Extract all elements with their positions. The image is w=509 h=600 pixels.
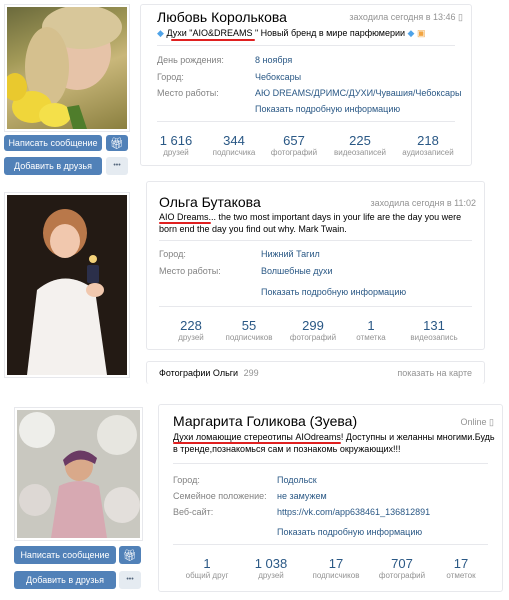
phone-icon: ▯ bbox=[458, 12, 463, 22]
counter-friends[interactable]: 228 друзей bbox=[161, 318, 221, 343]
profile-1-send-message-button[interactable]: Написать сообщение bbox=[4, 135, 102, 151]
counter-audios[interactable]: 218 аудиозаписей bbox=[395, 133, 461, 158]
info-label: Город: bbox=[159, 249, 186, 259]
counter-followers[interactable]: 344 подписчика bbox=[205, 133, 263, 158]
profile-1-avatar-photo[interactable] bbox=[7, 7, 127, 129]
counter-tags[interactable]: 17 отметок bbox=[433, 556, 489, 581]
divider bbox=[157, 45, 455, 46]
profile-2-avatar-image bbox=[7, 195, 127, 375]
info-value-birthday[interactable]: 8 ноября bbox=[255, 55, 292, 65]
profile-2-photos-bar: Фотографии Ольги 299 показать на карте bbox=[146, 361, 485, 384]
profile-1-more-button[interactable]: ••• bbox=[106, 157, 128, 175]
profile-3-avatar-photo[interactable] bbox=[17, 410, 140, 538]
divider bbox=[159, 240, 472, 241]
profile-3-avatar-frame bbox=[14, 407, 143, 541]
info-value-city[interactable]: Чебоксары bbox=[255, 72, 301, 82]
profile-3-more-button[interactable]: ••• bbox=[119, 571, 141, 589]
profile-3-send-message-button[interactable]: Написать сообщение bbox=[14, 546, 116, 564]
profile-3-gift-button[interactable]: 🎁︎ bbox=[119, 546, 141, 564]
counter-mutual-friends[interactable]: 1 общий друг bbox=[177, 556, 237, 581]
info-label: День рождения: bbox=[157, 55, 224, 65]
profile-1-name: Любовь Королькова bbox=[157, 9, 287, 25]
diamond-icon: ◆ bbox=[157, 28, 164, 38]
counter-followers[interactable]: 17 подписчиков bbox=[305, 556, 367, 581]
show-details-link[interactable]: Показать подробную информацию bbox=[255, 104, 400, 114]
profile-1-add-friend-button[interactable]: Добавить в друзья bbox=[4, 157, 102, 175]
profile-3-add-friend-button[interactable]: Добавить в друзья bbox=[14, 571, 116, 589]
photos-count: 299 bbox=[243, 368, 259, 378]
gift-emoji-icon: ▣ bbox=[416, 28, 426, 38]
info-value-relationship[interactable]: не замужем bbox=[277, 491, 327, 501]
info-value-work[interactable]: Волшебные духи bbox=[261, 266, 333, 276]
counter-videos[interactable]: 131 видеозапись bbox=[399, 318, 469, 343]
divider bbox=[173, 463, 488, 464]
profile-3-avatar-image bbox=[17, 410, 140, 538]
profile-3-status-underline bbox=[173, 442, 341, 444]
counter-photos[interactable]: 707 фотографий bbox=[371, 556, 433, 581]
info-label: Веб-сайт: bbox=[173, 507, 214, 517]
profile-2-info-card: Ольга Бутакова заходила сегодня в 11:02 … bbox=[146, 181, 485, 350]
phone-icon: ▯ bbox=[489, 417, 494, 427]
info-label: Место работы: bbox=[157, 88, 219, 98]
profile-2-status-underline bbox=[159, 222, 211, 224]
info-value-website[interactable]: https://vk.com/app638461_136812891 bbox=[277, 507, 430, 517]
profile-2-avatar-frame bbox=[4, 192, 130, 378]
diamond-icon: ◆ bbox=[407, 28, 415, 38]
show-details-link[interactable]: Показать подробную информацию bbox=[261, 287, 406, 297]
counter-friends[interactable]: 1 038 друзей bbox=[241, 556, 301, 581]
profile-1-avatar-image bbox=[7, 7, 122, 129]
info-label: Семейное положение: bbox=[173, 491, 267, 501]
profile-2-name: Ольга Бутакова bbox=[159, 194, 261, 210]
counter-photos[interactable]: 299 фотографий bbox=[283, 318, 343, 343]
photos-section-title[interactable]: Фотографии Ольги 299 bbox=[159, 368, 259, 378]
gift-icon: 🎁︎ bbox=[123, 549, 137, 562]
divider bbox=[173, 544, 488, 545]
counter-videos[interactable]: 225 видеозаписей bbox=[329, 133, 391, 158]
divider bbox=[159, 306, 472, 307]
profile-1-status-underline bbox=[171, 39, 255, 41]
info-label: Город: bbox=[173, 475, 200, 485]
profile-1-avatar-frame bbox=[4, 4, 130, 132]
profile-3-name: Маргарита Голикова (Зуева) bbox=[173, 413, 358, 429]
profile-3-info-card: Маргарита Голикова (Зуева) Online ▯ Духи… bbox=[158, 404, 503, 592]
profile-1-info-card: Любовь Королькова заходила сегодня в 13:… bbox=[140, 4, 472, 166]
info-label: Город: bbox=[157, 72, 184, 82]
profile-3-online-status: Online ▯ bbox=[460, 417, 494, 427]
counter-photos[interactable]: 657 фотографий bbox=[265, 133, 323, 158]
show-on-map-link[interactable]: показать на карте bbox=[397, 368, 472, 378]
gift-icon: 🎁︎ bbox=[110, 137, 124, 150]
info-value-city[interactable]: Подольск bbox=[277, 475, 317, 485]
info-label: Место работы: bbox=[159, 266, 221, 276]
counter-friends[interactable]: 1 616 друзей bbox=[147, 133, 205, 158]
profile-2-last-seen: заходила сегодня в 11:02 bbox=[370, 198, 476, 208]
counter-tags[interactable]: 1 отметка bbox=[343, 318, 399, 343]
info-value-work[interactable]: АЮ DREAMS/ДРИМС/ДУХИ/Чувашия/Чебоксары bbox=[255, 88, 461, 98]
show-details-link[interactable]: Показать подробную информацию bbox=[277, 527, 422, 537]
profile-2-avatar-photo[interactable] bbox=[7, 195, 127, 375]
divider bbox=[157, 121, 455, 122]
counter-followers[interactable]: 55 подписчиков bbox=[219, 318, 279, 343]
profile-1-last-seen: заходила сегодня в 13:46 ▯ bbox=[349, 12, 463, 22]
profile-1-gift-button[interactable]: 🎁︎ bbox=[106, 135, 128, 151]
info-value-city[interactable]: Нижний Тагил bbox=[261, 249, 320, 259]
